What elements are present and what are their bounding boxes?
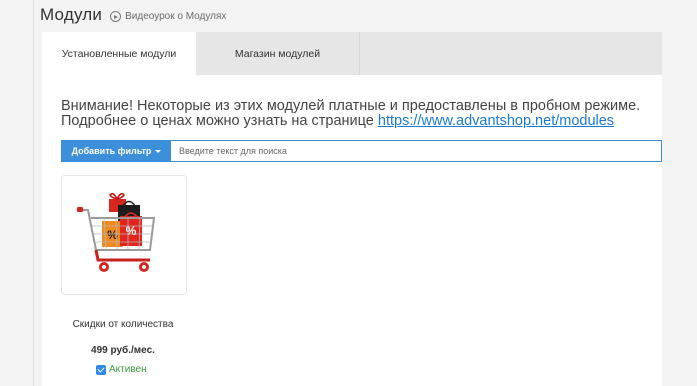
page-header: Модули Видеоурок о Модулях <box>40 0 226 30</box>
module-name: Скидки от количества <box>72 319 174 330</box>
tab-modules-store[interactable]: Магазин модулей <box>196 32 360 75</box>
shopping-cart-icon: % % <box>77 192 156 272</box>
tab-installed-modules[interactable]: Установленные модули <box>42 32 196 75</box>
search-input[interactable] <box>171 141 661 161</box>
video-tutorial-label: Видеоурок о Модулях <box>125 11 227 22</box>
play-circle-icon <box>110 11 122 22</box>
add-filter-label: Добавить фильтр <box>71 146 152 156</box>
module-price: 499 руб./мес. <box>91 345 155 356</box>
add-filter-button[interactable]: Добавить фильтр <box>62 141 171 161</box>
tabs-bar: Установленные модули Магазин модулей <box>42 32 662 75</box>
notice-line-2: Подробнее о ценах можно узнать на страни… <box>61 114 661 129</box>
notice-line-2-text: Подробнее о ценах можно узнать на страни… <box>61 113 378 129</box>
tab-installed-modules-label: Установленные модули <box>61 47 177 60</box>
caret-down-icon <box>155 149 162 153</box>
module-status-label: Активен <box>109 364 147 375</box>
video-tutorial-link[interactable]: Видеоурок о Модулях <box>110 11 226 22</box>
left-sidebar-strip <box>0 0 34 386</box>
notice-line-1: Внимание! Некоторые из этих модулей плат… <box>61 98 641 114</box>
main-content: Внимание! Некоторые из этих модулей плат… <box>42 75 662 386</box>
tab-modules-store-label: Магазин модулей <box>234 47 321 60</box>
filter-bar: Добавить фильтр <box>61 140 662 162</box>
page-title: Модули <box>40 5 103 24</box>
module-card[interactable]: % % <box>61 175 187 295</box>
checkbox-checked-icon[interactable] <box>96 364 106 375</box>
trial-notice: Внимание! Некоторые из этих модулей плат… <box>61 99 661 129</box>
module-active-toggle[interactable]: Активен <box>96 364 147 375</box>
modules-pricing-link[interactable]: https://www.advantshop.net/modules <box>378 113 614 129</box>
